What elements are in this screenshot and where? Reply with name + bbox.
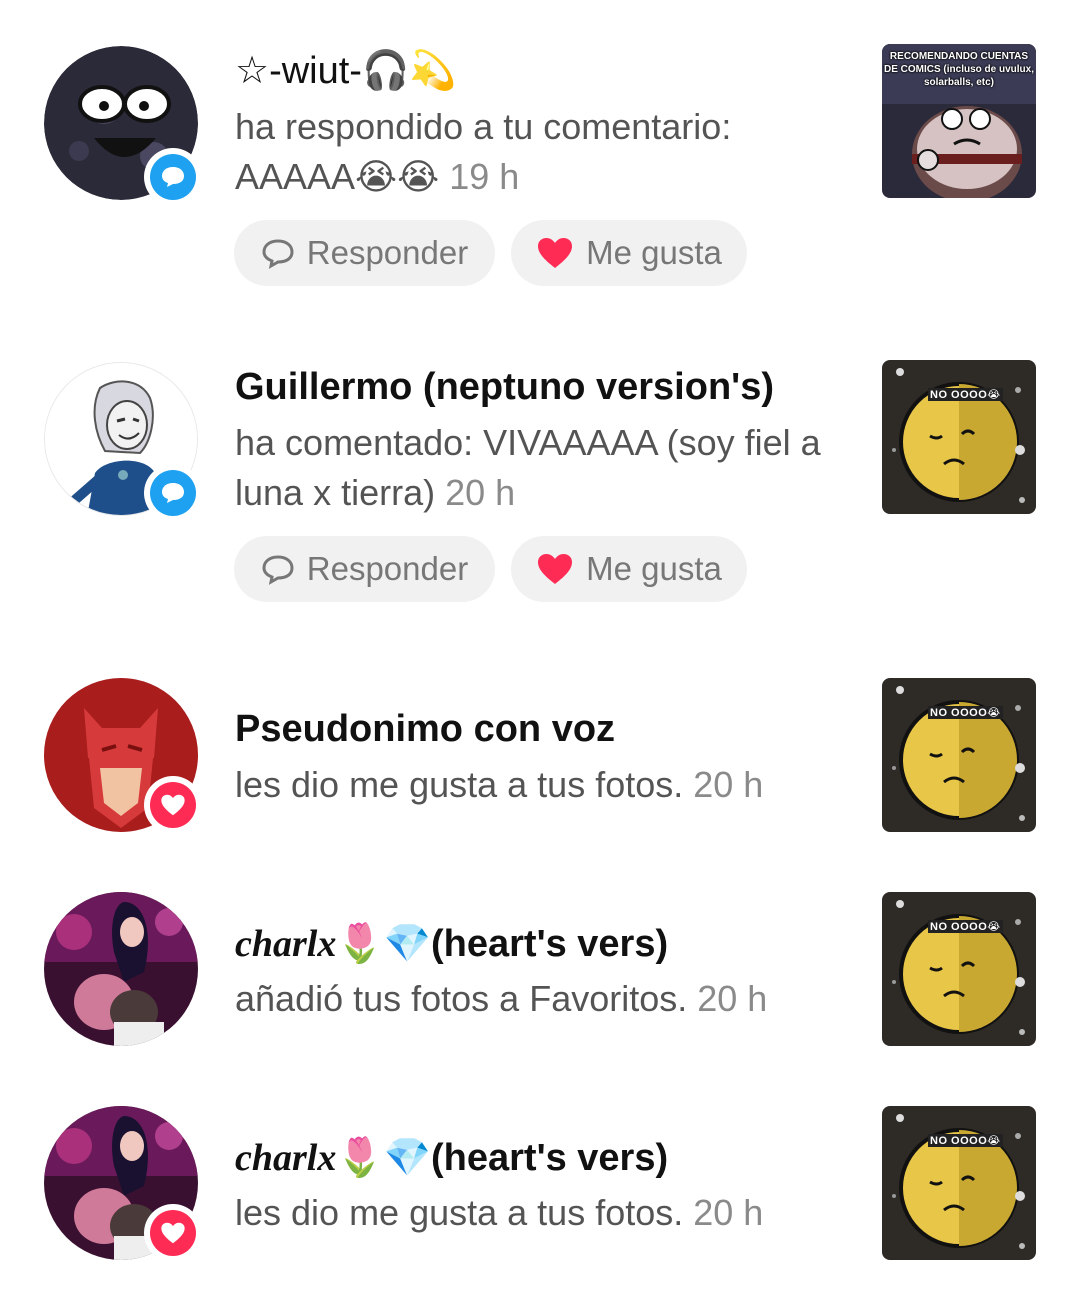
notification-item[interactable]: ☆-wiut-🎧💫 ha respondido a tu comentario:… (0, 0, 1080, 300)
avatar[interactable] (44, 892, 198, 1046)
username-rest: 🌷💎(heart's vers) (336, 1137, 669, 1179)
post-thumbnail[interactable]: NO OOOO😭 (882, 360, 1036, 514)
username-script: charlx (235, 1137, 337, 1179)
post-thumbnail[interactable]: NO OOOO😭 (882, 678, 1036, 832)
notification-item[interactable]: charlx🌷💎(heart's vers) añadió tus fotos … (0, 874, 1080, 1064)
thumbnail-caption: NO OOOO😭 (928, 388, 1003, 401)
notification-item[interactable]: charlx🌷💎(heart's vers) les dio me gusta … (0, 1088, 1080, 1288)
action-text: añadió tus fotos a Favoritos. (235, 978, 688, 1019)
action-text: les dio me gusta a tus fotos. (235, 1192, 684, 1233)
timestamp: 19 h (449, 156, 520, 197)
username[interactable]: ☆-wiut-🎧💫 (235, 48, 457, 93)
like-badge (144, 1204, 202, 1262)
username[interactable]: Guillermo (neptuno version's) (235, 366, 774, 409)
notification-text: añadió tus fotos a Favoritos. 20 h (235, 974, 835, 1024)
post-thumbnail[interactable]: RECOMENDANDO CUENTAS DE COMICS (incluso … (882, 44, 1036, 198)
thumbnail-caption: NO OOOO😭 (928, 706, 1003, 719)
reply-label: Responder (306, 550, 469, 587)
timestamp: 20 h (693, 764, 764, 805)
comment-outline-icon (262, 239, 294, 269)
timestamp: 20 h (445, 472, 516, 513)
comment-badge (144, 148, 202, 206)
notification-text: ha respondido a tu comentario: AAAAA😭😭 1… (235, 102, 835, 202)
reply-button[interactable]: Responder (234, 220, 495, 286)
like-button[interactable]: Me gusta (511, 536, 747, 602)
comment-outline-icon (262, 555, 294, 585)
post-thumbnail[interactable]: NO OOOO😭 (882, 1106, 1036, 1260)
timestamp: 20 h (697, 978, 768, 1019)
comment-badge (144, 464, 202, 522)
like-label: Me gusta (586, 234, 722, 271)
comment-icon (150, 154, 196, 200)
action-text: ha comentado: VIVAAAAA (soy fiel a luna … (235, 422, 821, 513)
post-thumbnail[interactable]: NO OOOO😭 (882, 892, 1036, 1046)
thumbnail-caption: NO OOOO😭 (928, 1134, 1003, 1147)
heart-icon (538, 238, 573, 268)
like-label: Me gusta (586, 550, 722, 587)
username[interactable]: Pseudonimo con voz (235, 708, 615, 751)
like-badge (144, 776, 202, 834)
heart-icon (150, 782, 196, 828)
username[interactable]: charlx🌷💎(heart's vers) (235, 922, 668, 966)
username-script: charlx (235, 923, 337, 965)
notification-text: les dio me gusta a tus fotos. 20 h (235, 1188, 835, 1238)
action-text: les dio me gusta a tus fotos. (235, 764, 684, 805)
username[interactable]: charlx🌷💎(heart's vers) (235, 1136, 668, 1180)
thumbnail-caption: RECOMENDANDO CUENTAS DE COMICS (incluso … (883, 51, 1034, 88)
notification-text: ha comentado: VIVAAAAA (soy fiel a luna … (235, 418, 835, 518)
comment-icon (150, 470, 196, 516)
reply-button[interactable]: Responder (234, 536, 495, 602)
heart-icon (538, 554, 573, 584)
notification-text: les dio me gusta a tus fotos. 20 h (235, 760, 835, 810)
reply-label: Responder (306, 234, 469, 271)
timestamp: 20 h (693, 1192, 764, 1233)
username-rest: 🌷💎(heart's vers) (336, 923, 669, 965)
heart-icon (150, 1210, 196, 1256)
thumbnail-caption: NO OOOO😭 (928, 920, 1003, 933)
like-button[interactable]: Me gusta (511, 220, 747, 286)
notification-item[interactable]: Guillermo (neptuno version's) ha comenta… (0, 340, 1080, 620)
notification-item[interactable]: Pseudonimo con voz les dio me gusta a tu… (0, 660, 1080, 850)
